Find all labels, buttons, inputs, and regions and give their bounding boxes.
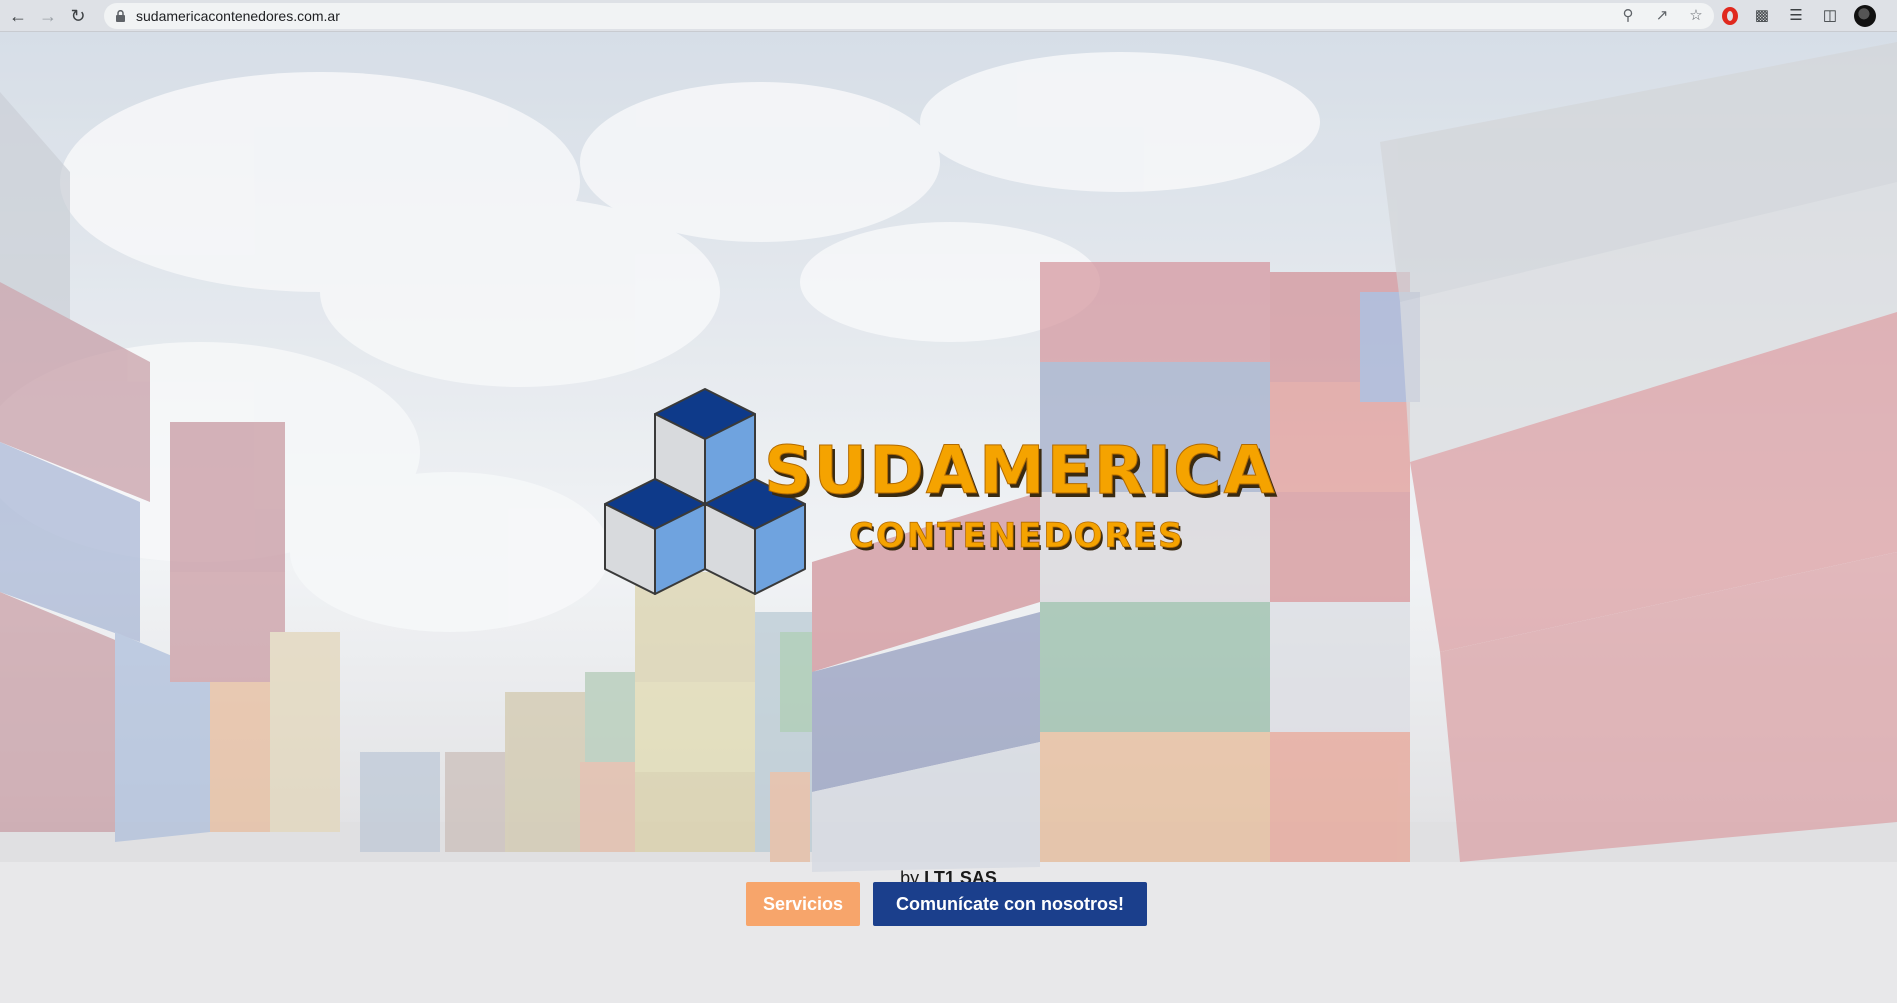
puzzle-icon[interactable]: ▩ [1752, 6, 1772, 26]
logo-title: SUDAMERICA [764, 432, 1277, 509]
site-logo[interactable]: SUDAMERICA SUDAMERICA CONTENEDORES CONTE… [600, 384, 1280, 644]
back-arrow-icon[interactable]: ← [6, 4, 30, 28]
zoom-icon[interactable]: ⚲ [1620, 8, 1636, 24]
forward-arrow-icon[interactable]: → [36, 4, 60, 28]
url-text[interactable]: sudamericacontenedores.com.ar [136, 3, 340, 29]
hero-section: SUDAMERICA SUDAMERICA CONTENEDORES CONTE… [0, 32, 1897, 1003]
servicios-button[interactable]: Servicios [746, 882, 860, 926]
side-panel-icon[interactable]: ◫ [1820, 6, 1840, 26]
reading-list-icon[interactable]: ☰ [1786, 6, 1806, 26]
share-icon[interactable]: ↗ [1654, 8, 1670, 24]
star-icon[interactable]: ☆ [1688, 8, 1704, 24]
address-bar[interactable]: sudamericacontenedores.com.ar ⚲ ↗ ☆ [104, 3, 1714, 29]
lock-icon[interactable] [116, 10, 125, 22]
contact-button[interactable]: Comunícate con nosotros! [873, 882, 1147, 926]
avatar-icon[interactable] [1854, 5, 1876, 27]
reload-icon[interactable]: ↻ [66, 4, 90, 28]
opera-icon[interactable] [1722, 7, 1738, 25]
logo-subtitle: CONTENEDORES [849, 516, 1184, 556]
browser-toolbar: ← → ↻ sudamericacontenedores.com.ar ⚲ ↗ … [0, 0, 1897, 32]
